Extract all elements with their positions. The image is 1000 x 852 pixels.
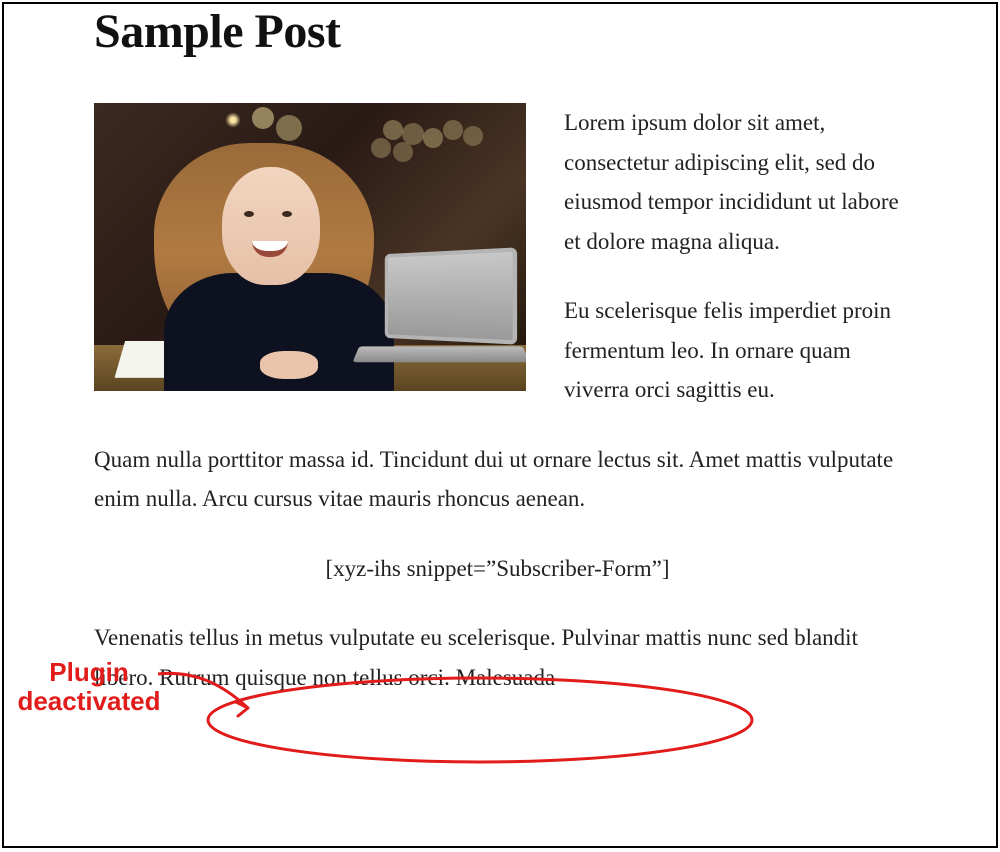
featured-image <box>94 103 526 391</box>
post-frame: Sample Post Lorem ipsum dolor sit amet, … <box>2 2 998 848</box>
paragraph-4: Venenatis tellus in metus vulputate eu s… <box>94 618 901 697</box>
post-title: Sample Post <box>94 4 901 59</box>
post-content: Lorem ipsum dolor sit amet, consectetur … <box>94 103 901 698</box>
paragraph-3: Quam nulla porttitor massa id. Tincidunt… <box>94 440 901 519</box>
raw-shortcode: [xyz-ihs snippet=”Subscriber-Form”] <box>94 549 901 589</box>
